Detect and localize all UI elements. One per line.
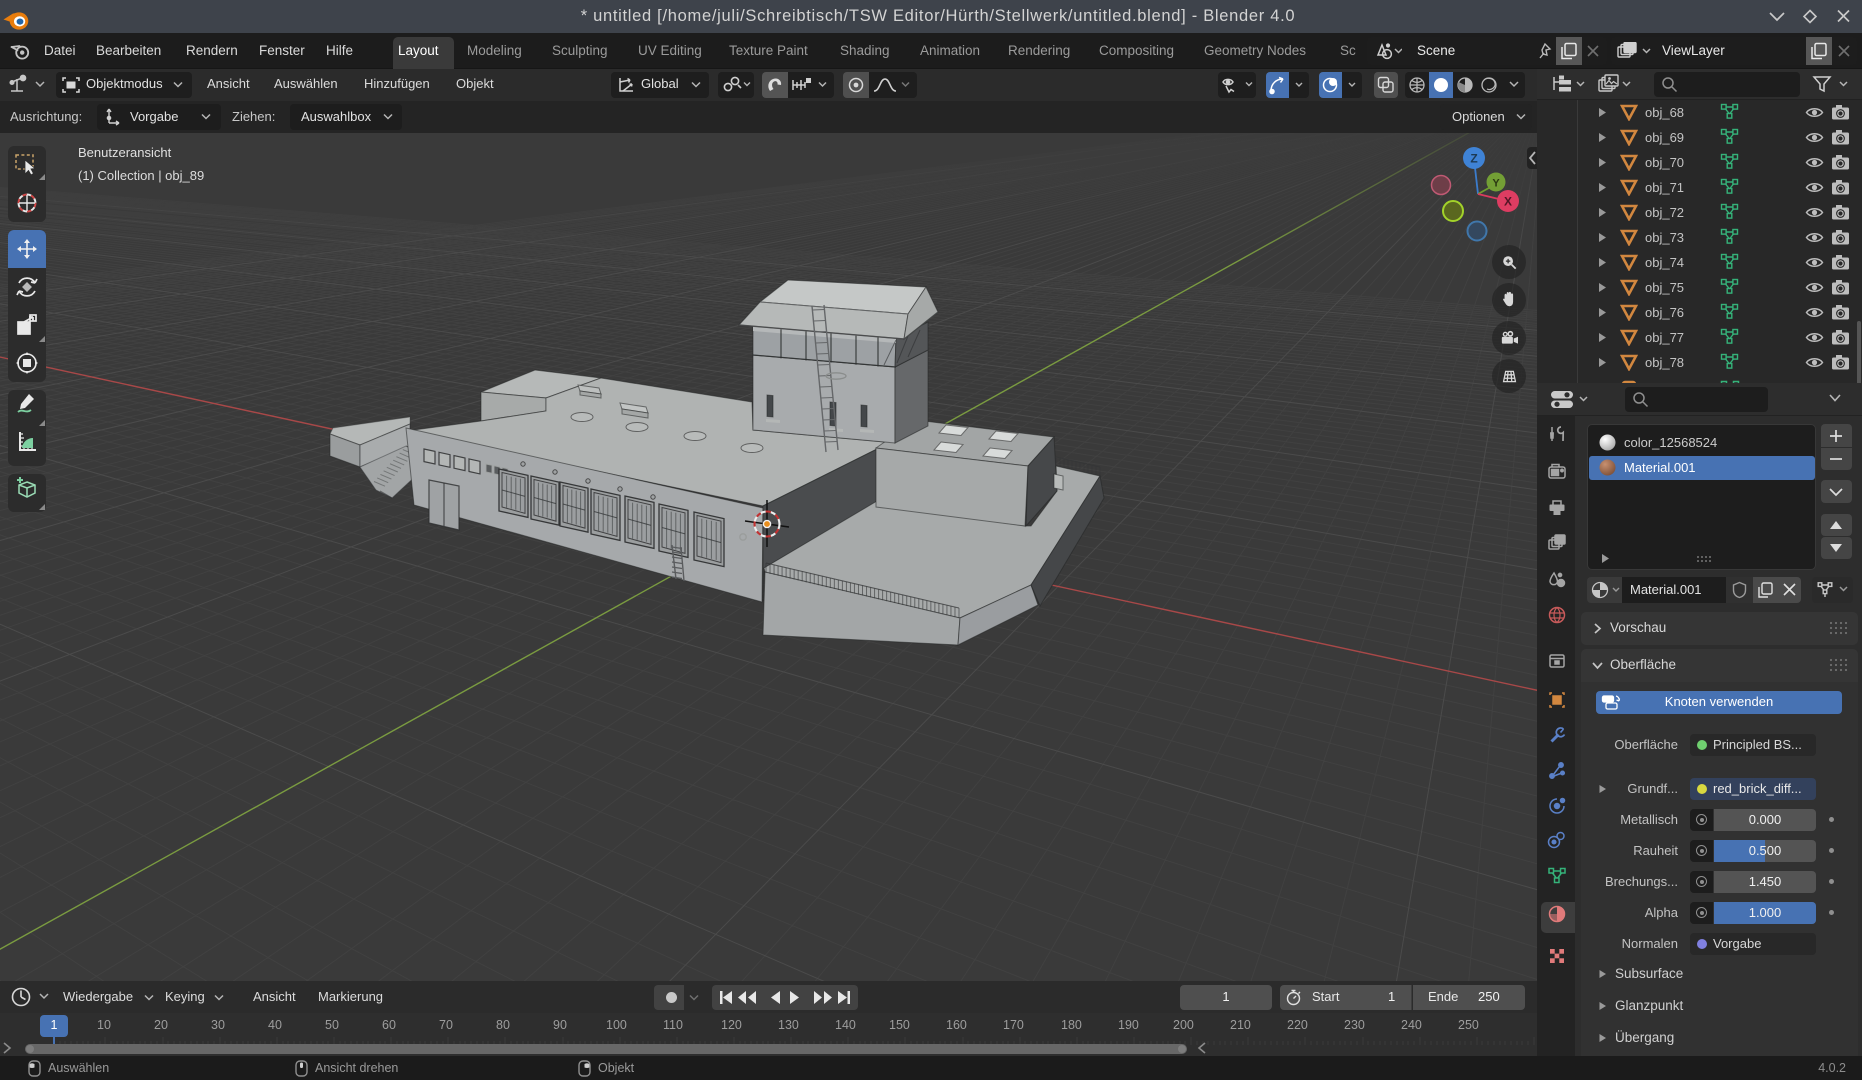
svg-text:X: X [1504, 195, 1512, 209]
svg-text:Y: Y [1492, 178, 1500, 190]
svg-text:Z: Z [1470, 152, 1477, 166]
